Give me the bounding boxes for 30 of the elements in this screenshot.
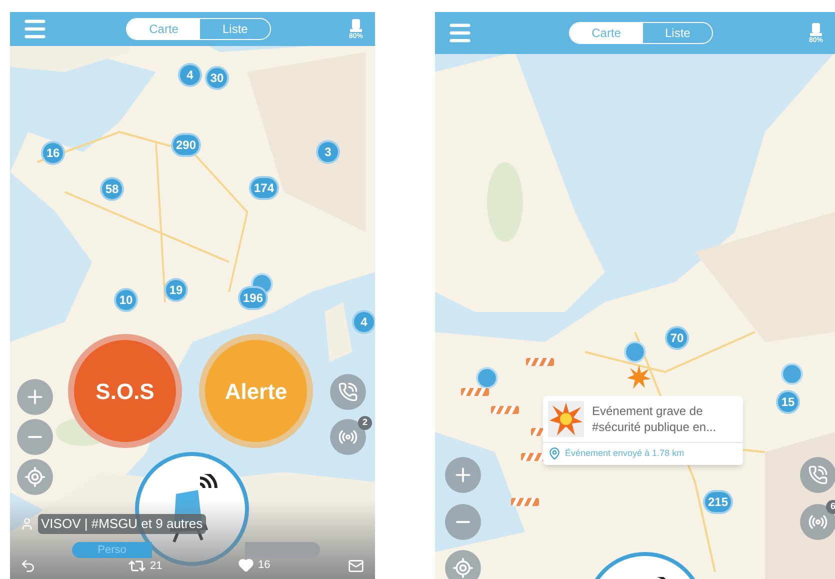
explosion-icon[interactable] <box>627 365 651 389</box>
view-tab[interactable]: Liste <box>200 19 270 39</box>
share-count: 21 <box>150 558 162 574</box>
like-icon[interactable] <box>238 557 254 574</box>
author-text: VISOV | #MSGU et 9 autres <box>38 514 206 534</box>
like-count: 16 <box>258 558 270 573</box>
back-icon[interactable] <box>20 558 36 574</box>
beacon-icon <box>810 22 822 36</box>
mail-icon[interactable] <box>348 558 364 574</box>
crosshair-icon <box>452 557 474 579</box>
event-distance: Événement envoyé à 1.78 km <box>565 447 684 460</box>
barrier-icon[interactable] <box>491 404 519 416</box>
minus-icon <box>456 521 470 523</box>
location-pin-icon <box>548 447 561 460</box>
view-tab[interactable]: Carte <box>570 23 643 43</box>
barrier-icon[interactable] <box>511 496 539 508</box>
explosion-icon <box>548 401 584 437</box>
view-tab[interactable]: Liste <box>642 23 712 43</box>
perso-tab[interactable]: Perso <box>72 542 152 558</box>
minus-icon <box>28 436 42 438</box>
barrier-icon[interactable] <box>526 356 554 368</box>
beacon-icon <box>350 18 362 32</box>
phone-icon <box>808 465 828 485</box>
user-icon <box>20 516 34 531</box>
event-popup[interactable]: Evénement grave de #sécurité publique en... Événement envoyé à 1.78 km <box>543 396 743 464</box>
view-tab[interactable]: Carte <box>127 19 200 39</box>
barrier-icon[interactable] <box>461 386 489 398</box>
phone-icon <box>338 382 358 402</box>
crosshair-icon <box>24 466 46 488</box>
event-title: Evénement grave de #sécurité publique en... <box>592 403 718 435</box>
